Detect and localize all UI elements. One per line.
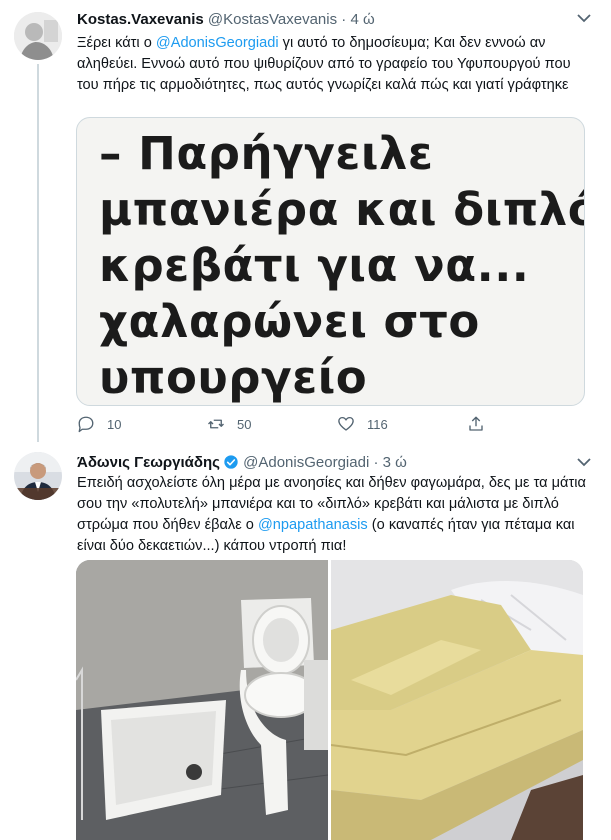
tweet-image-card[interactable]: – Παρήγγειλε μπανιέρα και διπλό κρεβάτι … (76, 117, 585, 406)
tweet-actions: 10 50 116 (77, 412, 517, 436)
retweet-button[interactable]: 50 (207, 415, 337, 433)
image-line: υπουργείο (99, 351, 368, 404)
tweet-photo-grid (76, 560, 583, 840)
tweet-header: Άδωνις Γεωργιάδης @AdonisGeorgiadi · 3 ώ (77, 454, 407, 471)
avatar-kostas[interactable] (14, 12, 62, 60)
image-line: μπανιέρα και διπλό (99, 183, 585, 236)
author-handle[interactable]: @KostasVaxevanis (208, 11, 337, 28)
tweet-text: Επειδή ασχολείστε όλη μέρα με ανοησίες κ… (77, 473, 587, 557)
like-count: 116 (367, 416, 388, 432)
tweet-header: Kostas.Vaxevanis @KostasVaxevanis · 4 ώ (77, 11, 375, 28)
avatar-adonis-image (14, 452, 62, 500)
tweet-time[interactable]: 3 ώ (383, 454, 407, 471)
avatar-adonis[interactable] (14, 452, 62, 500)
heart-icon (338, 416, 354, 431)
verified-badge-icon (224, 455, 238, 469)
photo-sofa[interactable] (331, 560, 583, 840)
author-name[interactable]: Kostas.Vaxevanis (77, 11, 204, 28)
share-button[interactable] (467, 415, 497, 433)
image-quote-text: – Παρήγγειλε μπανιέρα και διπλό κρεβάτι … (99, 126, 585, 405)
tweet-time[interactable]: 4 ώ (350, 11, 374, 28)
bathroom-shower-toilet-image (76, 560, 328, 840)
reply-count: 10 (107, 416, 122, 432)
photo-bathroom[interactable] (76, 560, 328, 840)
tweet-kostas[interactable]: Kostas.Vaxevanis @KostasVaxevanis · 4 ώ … (0, 0, 611, 442)
reply-button[interactable]: 10 (77, 415, 207, 433)
author-name[interactable]: Άδωνις Γεωργιάδης (77, 454, 220, 471)
separator-dot: · (341, 11, 347, 28)
more-options-chevron-down-icon[interactable] (577, 10, 591, 26)
mention-link[interactable]: @AdonisGeorgiadi (156, 35, 279, 51)
author-handle[interactable]: @AdonisGeorgiadi (243, 454, 369, 471)
avatar-kostas-image (14, 12, 62, 60)
tweet-text-start: Ξέρει κάτι ο (77, 35, 156, 51)
retweet-icon (208, 419, 224, 429)
like-button[interactable]: 116 (337, 415, 467, 433)
more-options-chevron-down-icon[interactable] (577, 454, 591, 470)
tweet-text: Ξέρει κάτι ο @AdonisGeorgiadi γι αυτό το… (77, 33, 587, 96)
image-line: – Παρήγγειλε (99, 127, 434, 180)
tweet-adonis[interactable]: Άδωνις Γεωργιάδης @AdonisGeorgiadi · 3 ώ… (0, 442, 611, 840)
sofa-image (331, 560, 583, 840)
separator-dot: · (373, 454, 379, 471)
share-icon (469, 416, 483, 431)
image-line: κρεβάτι για να... (99, 239, 530, 292)
retweet-count: 50 (237, 416, 252, 432)
mention-link[interactable]: @npapathanasis (258, 517, 368, 533)
image-line: χαλαρώνει στο (99, 295, 480, 348)
reply-icon (78, 416, 94, 433)
thread-connector-line (37, 64, 39, 442)
